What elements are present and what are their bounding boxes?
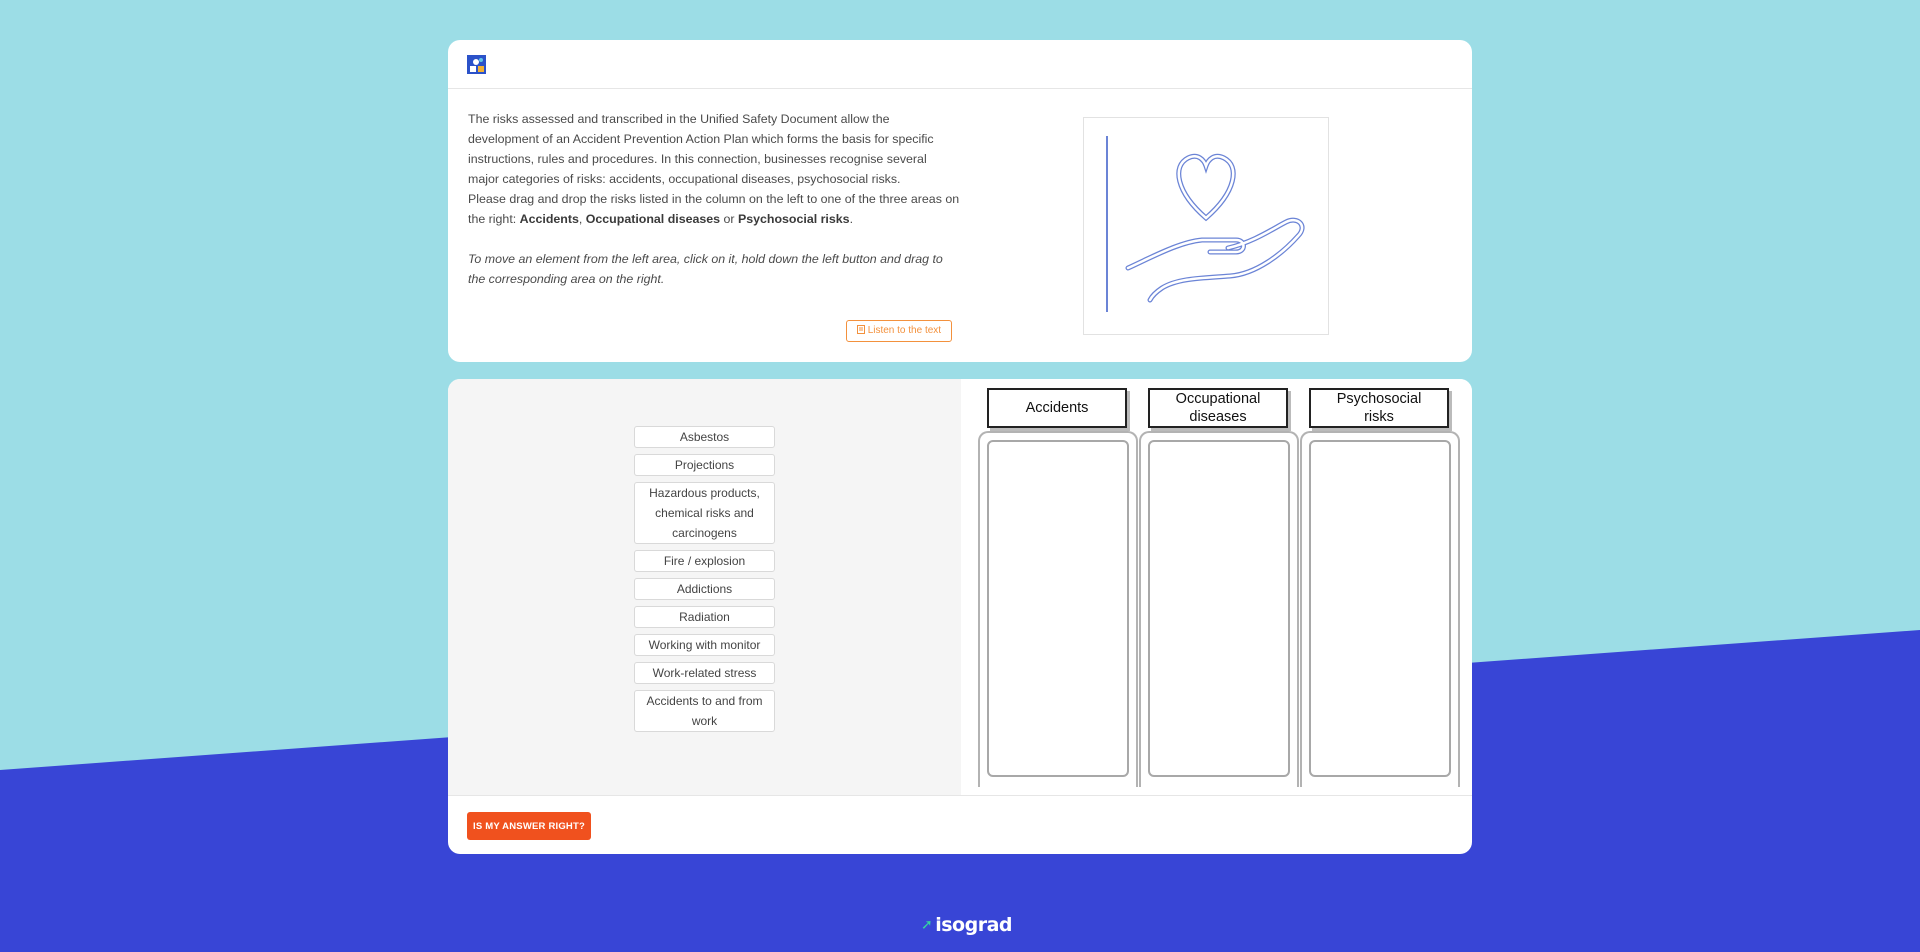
- separator: ,: [578, 212, 586, 226]
- app-logo-icon: [467, 55, 486, 74]
- source-zone: Asbestos Projections Hazardous products,…: [448, 379, 961, 795]
- period: .: [849, 212, 854, 226]
- target-zones: Accidents Occupational diseases Psychoso…: [961, 379, 1472, 795]
- exercise-card: Asbestos Projections Hazardous products,…: [448, 379, 1472, 854]
- instructions-card: The risks assessed and transcribed in th…: [448, 40, 1472, 362]
- instructions-paragraph: Please drag and drop the risks listed in…: [468, 189, 960, 229]
- draggable-item-working-with-monitor[interactable]: Working with monitor: [634, 634, 775, 656]
- draggable-list: Asbestos Projections Hazardous products,…: [634, 426, 775, 738]
- category-psychosocial-text: Psychosocial risks: [737, 212, 850, 226]
- intro-paragraph: The risks assessed and transcribed in th…: [468, 112, 934, 186]
- heart-in-hand-icon: [1106, 136, 1305, 312]
- draggable-item-work-related-stress[interactable]: Work-related stress: [634, 662, 775, 684]
- draggable-item-projections[interactable]: Projections: [634, 454, 775, 476]
- drop-zone-title-accidents: Accidents: [987, 388, 1127, 428]
- draggable-item-commuting-accidents[interactable]: Accidents to and from work: [634, 690, 775, 732]
- drop-column-accidents: Accidents: [978, 388, 1138, 787]
- drag-hint: To move an element from the left area, c…: [468, 252, 943, 286]
- draggable-item-addictions[interactable]: Addictions: [634, 578, 775, 600]
- draggable-item-asbestos[interactable]: Asbestos: [634, 426, 775, 448]
- listen-label: Listen to the text: [867, 325, 942, 336]
- brand-logo: ➚ isograd: [921, 914, 1013, 936]
- instructions-text: The risks assessed and transcribed in th…: [468, 109, 960, 289]
- drag-drop-area: Asbestos Projections Hazardous products,…: [448, 379, 1472, 795]
- category-diseases-text: Occupational diseases: [585, 212, 721, 226]
- card-header: [448, 40, 1472, 89]
- category-accidents-text: Accidents: [519, 212, 579, 226]
- brand-name: isograd: [935, 914, 1013, 936]
- drop-zone-title-occupational-diseases: Occupational diseases: [1148, 388, 1288, 428]
- draggable-item-hazardous-products[interactable]: Hazardous products, chemical risks and c…: [634, 482, 775, 544]
- document-icon: [856, 325, 865, 334]
- drop-column-psychosocial-risks: Psychosocial risks: [1300, 388, 1460, 787]
- card-footer: IS MY ANSWER RIGHT?: [448, 795, 1472, 854]
- isograd-arrow-icon: ➚: [921, 917, 933, 933]
- drop-zone-title-psychosocial-risks: Psychosocial risks: [1309, 388, 1449, 428]
- drop-column-occupational-diseases: Occupational diseases: [1139, 388, 1299, 787]
- check-answer-button[interactable]: IS MY ANSWER RIGHT?: [467, 812, 591, 840]
- illustration-frame: [1083, 117, 1329, 335]
- drop-zone-psychosocial-risks[interactable]: [1309, 440, 1451, 777]
- draggable-item-fire-explosion[interactable]: Fire / explosion: [634, 550, 775, 572]
- drop-zone-accidents[interactable]: [987, 440, 1129, 777]
- draggable-item-radiation[interactable]: Radiation: [634, 606, 775, 628]
- drop-zone-occupational-diseases[interactable]: [1148, 440, 1290, 777]
- separator: or: [720, 212, 738, 226]
- listen-to-text-button[interactable]: Listen to the text: [846, 320, 952, 342]
